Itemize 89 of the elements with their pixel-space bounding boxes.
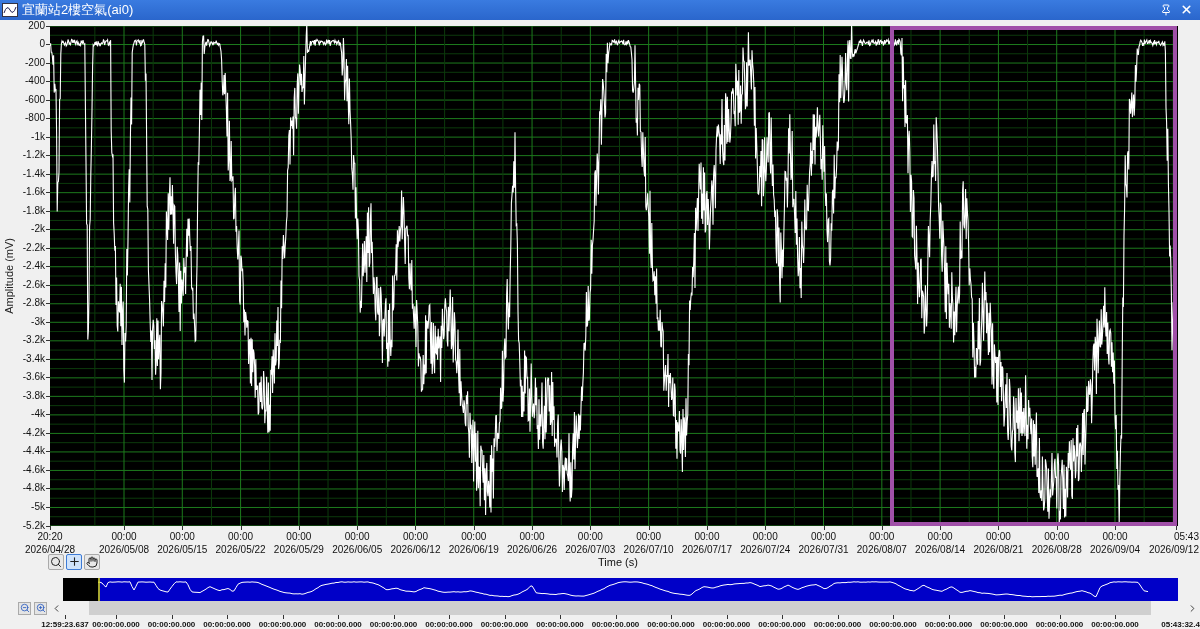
axis-tick-label: 00:00:00.000 xyxy=(480,620,529,629)
tool-button[interactable] xyxy=(48,553,64,570)
axis-tick-label: 00:00:00.000 xyxy=(147,620,196,629)
axis-tick-label: 00:00:00.000 xyxy=(1091,620,1139,629)
axis-tick-label: 00:00:00.000 xyxy=(369,620,418,629)
axis-tick-label: -3k xyxy=(31,315,45,328)
axis-tick-label: 20:20 2026/04/28 xyxy=(24,529,76,556)
axis-tick-label: -4.2k xyxy=(22,426,45,439)
overview-strip[interactable] xyxy=(98,578,1178,602)
axis-tick-label: -2.8k xyxy=(22,297,45,310)
close-icon xyxy=(1179,3,1193,17)
axis-tick-label: 00:00 2026/05/08 xyxy=(98,529,150,556)
scrollbar-thumb[interactable] xyxy=(89,601,1151,616)
range-marker[interactable] xyxy=(98,578,100,602)
axis-tick-label: 00:00 2026/07/24 xyxy=(740,529,791,556)
axis-tick-label: 00:00:00.000 xyxy=(314,620,362,629)
axis-tick-label: -2.2k xyxy=(22,241,45,254)
axis-tick-label: 00:00 2026/05/15 xyxy=(157,529,208,556)
axis-tick-label: -3.4k xyxy=(22,352,45,365)
zoom-icon xyxy=(50,555,62,568)
axis-tick-label: 00:00:00.000 xyxy=(869,620,917,629)
axis-tick-label: 00:00:00.000 xyxy=(1035,620,1084,629)
axis-tick-label: -800 xyxy=(25,112,45,125)
axis-tick-label: 00:00 2026/07/17 xyxy=(681,529,732,556)
axis-tick-label: 200 xyxy=(28,19,45,32)
axis-tick-label: 00:00:00.000 xyxy=(425,620,473,629)
graph-icon xyxy=(2,2,18,17)
axis-tick-label: 00:00:00.000 xyxy=(591,620,640,629)
axis-tick-label: 00:00 2026/07/03 xyxy=(565,529,616,556)
axis-tick-label: -1.6k xyxy=(22,186,45,199)
axis-tick-label: 00:00:00.000 xyxy=(758,620,806,629)
axis-tick-label: 00:00 2026/08/07 xyxy=(856,529,907,556)
tool-button[interactable] xyxy=(66,553,82,570)
axis-tick-label: 00:00 2026/05/29 xyxy=(273,529,324,556)
axis-tick-label: -1.4k xyxy=(22,167,45,180)
axis-title: Time (s) xyxy=(598,555,638,568)
axis-title: Amplitude (mV) xyxy=(3,237,15,314)
axis-tick-label: -2.6k xyxy=(22,278,45,291)
axis-tick-label: -1.8k xyxy=(22,204,45,217)
axis-tick-label: 00:00:00.000 xyxy=(258,620,307,629)
axis-tick-label: -2.4k xyxy=(22,260,45,273)
axis-tick-label: -3.2k xyxy=(22,334,45,347)
axis-tick-label: 05:43 2026/09/12 xyxy=(1148,529,1199,556)
crosshair-icon xyxy=(67,555,81,569)
zoom-out-button[interactable] xyxy=(18,601,31,615)
axis-tick-label: 00:00 2026/08/14 xyxy=(915,529,966,556)
zoom-out-icon xyxy=(19,603,30,614)
axis-tick-label: 00:00:00.000 xyxy=(702,620,751,629)
axis-tick-label: -4.4k xyxy=(22,445,45,458)
axis-tick-label: 12:59:23.637 xyxy=(41,620,89,629)
axis-tick-label: -200 xyxy=(25,56,45,69)
axis-tick-label: 0 xyxy=(39,38,45,50)
hand-icon xyxy=(86,555,98,568)
axis-tick-label: 00:00:00.000 xyxy=(203,620,251,629)
axis-tick-label: 00:00:00.000 xyxy=(813,620,862,629)
zoom-in-icon xyxy=(35,603,46,614)
window-title: 宜蘭站2樓空氣(ai0) xyxy=(22,0,135,19)
axis-tick-label: 00:00 2026/07/31 xyxy=(798,529,849,556)
axis-tick-label: -2k xyxy=(31,223,45,236)
axis-tick-label: -5.2k xyxy=(22,519,45,532)
axis-tick-label: 00:00 2026/06/05 xyxy=(332,529,383,556)
axis-tick-label: 00:00 2026/06/12 xyxy=(390,529,441,556)
axis-tick-label: -3.8k xyxy=(22,389,45,402)
axis-tick-label: 05:43:32.4 xyxy=(1161,620,1200,629)
axis-tick-label: -400 xyxy=(25,75,45,88)
axis-tick-label: -1.2k xyxy=(22,149,45,162)
axis-tick-label: 00:00:00.000 xyxy=(924,620,973,629)
axis-tick-label: 00:00 2026/09/04 xyxy=(1089,529,1141,556)
tool-button[interactable] xyxy=(84,553,100,570)
axis-tick-label: 00:00 2026/06/19 xyxy=(448,529,499,556)
axis-tick-label: 00:00 2026/08/21 xyxy=(973,529,1024,556)
selection-rectangle[interactable] xyxy=(890,25,1177,526)
pin-icon xyxy=(1160,3,1172,16)
axis-tick-label: 00:00 2026/05/22 xyxy=(215,529,266,556)
axis-tick-label: -4k xyxy=(31,408,45,421)
axis-tick-label: 00:00:00.000 xyxy=(647,620,695,629)
axis-tick-label: -1k xyxy=(31,130,45,143)
axis-tick-label: -4.8k xyxy=(22,482,45,495)
axis-tick-label: -4.6k xyxy=(22,463,45,476)
axis-tick-label: 00:00 2026/08/28 xyxy=(1031,529,1082,556)
axis-tick-label: 00:00 2026/06/26 xyxy=(507,529,558,556)
axis-tick-label: 00:00:00.000 xyxy=(980,620,1028,629)
axis-tick-label: 00:00:00.000 xyxy=(92,620,140,629)
axis-tick-label: -5k xyxy=(31,500,45,513)
axis-tick-label: -3.6k xyxy=(22,371,45,384)
axis-tick-label: -600 xyxy=(25,93,45,106)
axis-tick-label: 00:00 2026/07/10 xyxy=(623,529,674,556)
axis-tick-label: 00:00:00.000 xyxy=(536,620,584,629)
zoom-in-button[interactable] xyxy=(34,601,47,615)
